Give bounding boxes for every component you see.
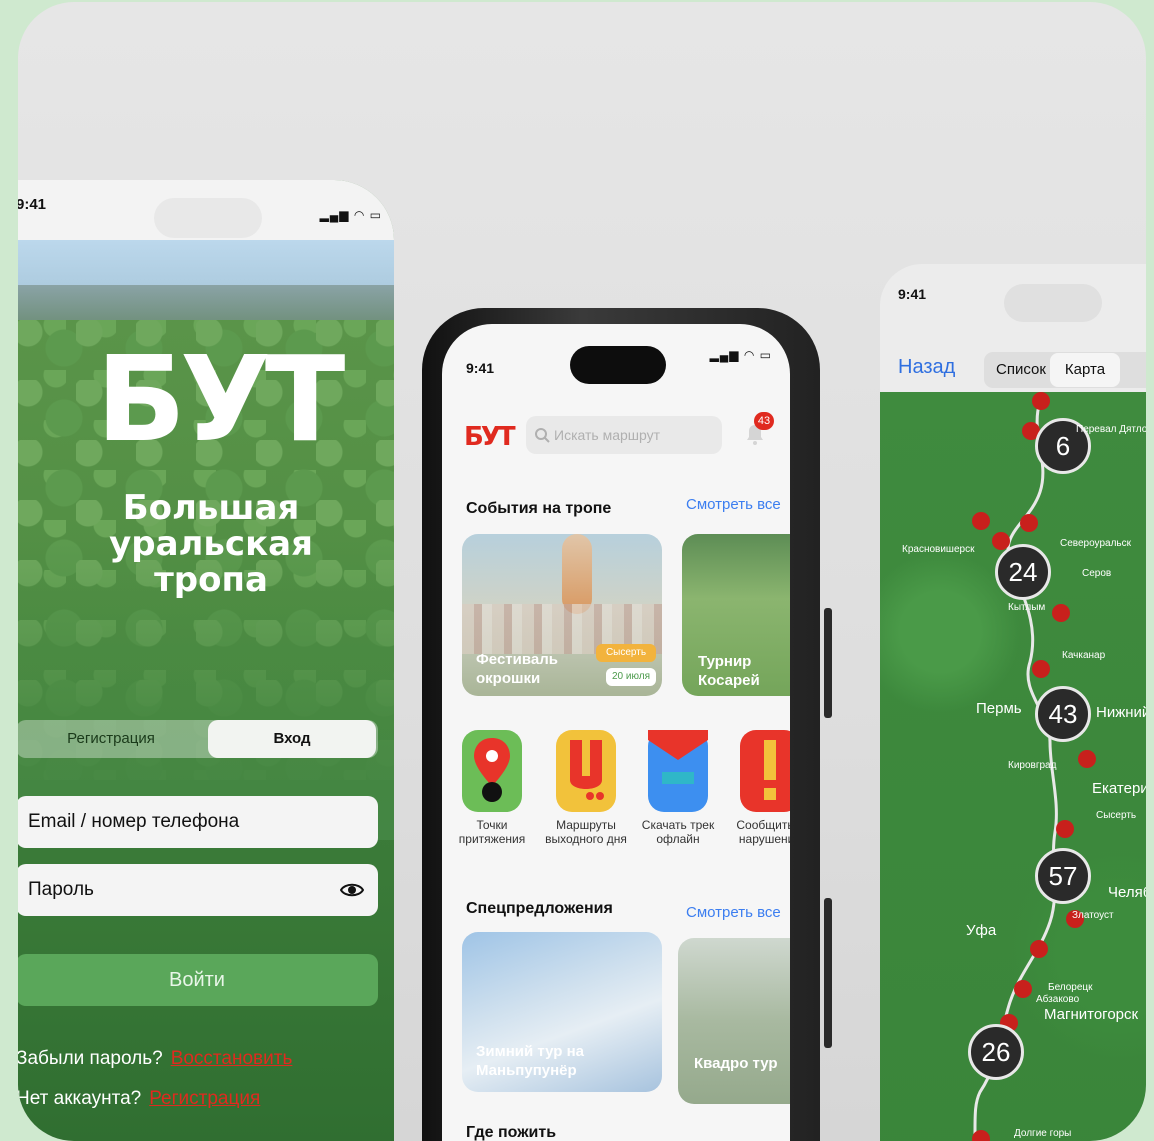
city-label: Челябинск <box>1108 884 1146 901</box>
main-phone-screen: 9:41 ▂▄▆ ◠ ▭ БУТ Искать маршрут 43 Событ… <box>442 324 790 1141</box>
signal-wifi-battery-icon: ▂▄▆ ◠ ▭ <box>709 348 772 362</box>
map-cluster[interactable]: 26 <box>968 1024 1024 1080</box>
no-account-row: Нет аккаунта? Регистрация <box>18 1088 260 1110</box>
side-button <box>824 608 832 718</box>
city-label: Пермь <box>976 700 1022 717</box>
city-label: Уфа <box>966 922 997 939</box>
map-pin[interactable] <box>1014 980 1032 998</box>
offer-card-title: Квадро тур <box>694 1055 778 1072</box>
offers-see-all-link[interactable]: Смотреть все <box>686 904 781 921</box>
offer-card-title: Зимний тур на Маньпупунёр <box>476 1043 584 1079</box>
offer-card[interactable]: Зимний тур на Маньпупунёр <box>462 932 662 1092</box>
status-time: 9:41 <box>466 360 495 376</box>
auth-segmented-control: Регистрация Вход <box>18 720 378 758</box>
city-label: Качканар <box>1062 650 1106 661</box>
city-label: Магнитогорск <box>1044 1006 1139 1023</box>
quick-action-label: Точки притяжения <box>458 818 526 846</box>
map-cluster[interactable]: 57 <box>1035 848 1091 904</box>
dynamic-island <box>1004 284 1102 322</box>
search-placeholder: Искать маршрут <box>554 427 661 443</box>
city-label: Екатеринбург <box>1092 780 1146 797</box>
event-card[interactable]: Фестиваль окрошки Сысерть 20 июля <box>462 534 662 696</box>
city-label: Североуральск <box>1060 538 1131 549</box>
city-label: Абзаково <box>1036 994 1080 1005</box>
but-logo: БУТ <box>96 330 345 468</box>
date-tag: 20 июля <box>606 668 656 686</box>
password-field[interactable]: Пароль <box>18 864 378 916</box>
quick-action-label: Скачать трек офлайн <box>641 818 715 846</box>
warning-icon[interactable] <box>740 730 790 812</box>
showcase-stage: 9:41 ▂▄▆ ◠ ▭ БУТ Большая уральская тропа… <box>18 2 1146 1141</box>
city-label: Белорецк <box>1048 982 1093 993</box>
status-time: 9:41 <box>898 286 927 302</box>
offers-section-title: Спецпредложения <box>466 900 613 917</box>
map-pin-icon[interactable] <box>462 730 522 812</box>
email-placeholder: Email / номер телефона <box>28 811 240 832</box>
dynamic-island <box>570 346 666 384</box>
map-pin[interactable] <box>1030 940 1048 958</box>
dynamic-island <box>154 198 262 238</box>
map-pin[interactable] <box>1020 514 1038 532</box>
register-link[interactable]: Регистрация <box>149 1088 260 1109</box>
tab-list[interactable]: Список <box>996 352 1046 388</box>
city-label: Златоуст <box>1072 910 1114 921</box>
bonfire-photo <box>562 534 592 614</box>
city-label: Серов <box>1082 568 1112 579</box>
event-card-title: Фестиваль окрошки <box>476 651 558 687</box>
city-label: Кировград <box>1008 760 1057 771</box>
map-pin[interactable] <box>1056 820 1074 838</box>
status-bar: 9:41 ▂▄▆ ◠ ▭ <box>18 180 394 240</box>
city-label: Красновишерск <box>902 544 975 555</box>
city-label: Долгие горы <box>1014 1128 1072 1139</box>
back-button[interactable]: Назад <box>898 356 955 379</box>
map-pin[interactable] <box>1052 604 1070 622</box>
map-pin[interactable] <box>972 1130 990 1141</box>
location-tag: Сысерть <box>596 644 656 662</box>
stay-section-title: Где пожить <box>466 1124 557 1141</box>
map-cluster[interactable]: 43 <box>1035 686 1091 742</box>
quick-action-label: Сообщить о нарушении <box>736 818 790 846</box>
login-phone: 9:41 ▂▄▆ ◠ ▭ БУТ Большая уральская тропа… <box>18 180 394 1141</box>
route-map[interactable]: 6 24 43 57 26 Перевал Дятлова Красновише… <box>880 392 1146 1141</box>
notification-badge: 43 <box>754 412 774 430</box>
map-pin[interactable] <box>972 512 990 530</box>
eye-icon[interactable] <box>340 878 364 902</box>
tab-login[interactable]: Вход <box>208 720 376 758</box>
city-label: Нижний Тагил <box>1096 704 1146 721</box>
quick-action-label: Маршруты выходного дня <box>545 818 627 846</box>
city-label: Сысерть <box>1096 810 1137 821</box>
city-label: Перевал Дятлова <box>1076 424 1146 435</box>
event-card-title: Турнир Косарей <box>698 653 760 689</box>
map-pin[interactable] <box>1078 750 1096 768</box>
brand-logo[interactable]: БУТ <box>464 422 516 452</box>
map-phone: 9:41 Назад Список Карта 6 24 43 57 26 Пе… <box>880 264 1146 1141</box>
search-icon <box>535 428 550 443</box>
view-segmented-control: Список Карта <box>984 352 1146 388</box>
side-button <box>824 898 832 1048</box>
no-account-text: Нет аккаунта? <box>18 1088 142 1109</box>
login-button[interactable]: Войти <box>18 954 378 1006</box>
search-input[interactable]: Искать маршрут <box>526 416 722 454</box>
city-label: Кытлым <box>1008 602 1046 613</box>
route-icon[interactable] <box>556 730 616 812</box>
hills-photo <box>18 285 394 325</box>
tab-map[interactable]: Карта <box>1050 353 1120 387</box>
map-cluster[interactable]: 24 <box>995 544 1051 600</box>
email-field[interactable]: Email / номер телефона <box>18 796 378 848</box>
event-card[interactable]: Турнир Косарей <box>682 534 790 696</box>
restore-link[interactable]: Восстановить <box>171 1048 293 1069</box>
offer-card[interactable]: Квадро тур <box>678 938 790 1104</box>
map-pin[interactable] <box>1032 392 1050 410</box>
signal-wifi-battery-icon: ▂▄▆ ◠ ▭ <box>319 208 382 222</box>
password-placeholder: Пароль <box>28 879 94 900</box>
events-see-all-link[interactable]: Смотреть все <box>686 496 781 513</box>
map-pin[interactable] <box>1032 660 1050 678</box>
forgot-password-row: Забыли пароль? Восстановить <box>18 1048 292 1070</box>
download-track-icon[interactable] <box>648 730 708 812</box>
app-title: Большая уральская тропа <box>109 488 313 600</box>
status-time: 9:41 <box>18 196 47 213</box>
events-section-title: События на тропе <box>466 500 612 517</box>
tab-registration[interactable]: Регистрация <box>18 720 206 758</box>
forgot-text: Забыли пароль? <box>18 1048 163 1069</box>
